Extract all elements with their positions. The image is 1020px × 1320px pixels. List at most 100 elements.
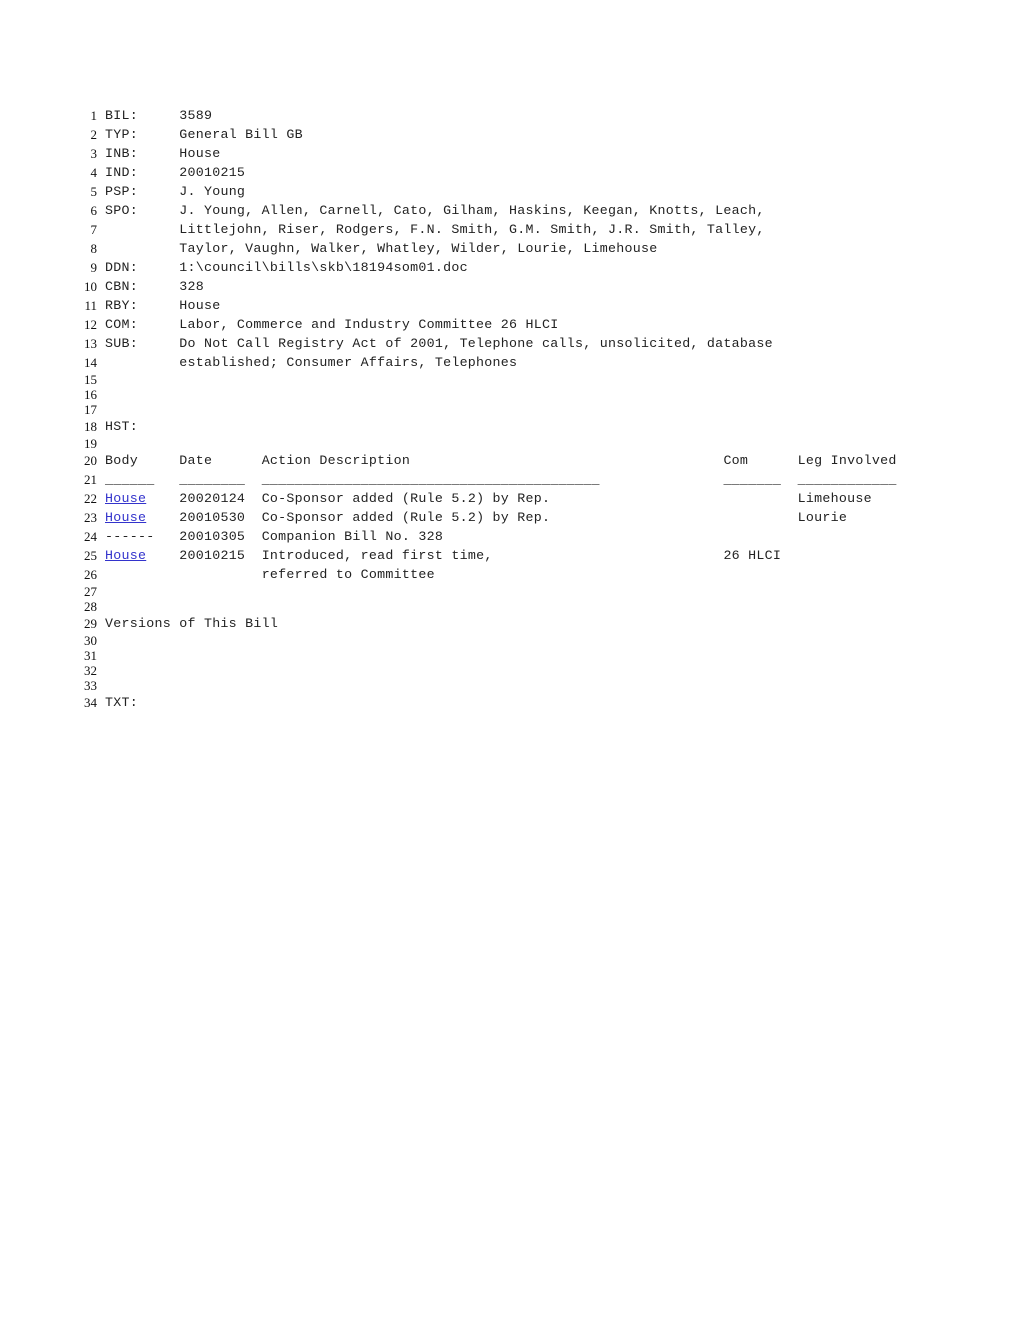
field-value: Do Not Call Registry Act of 2001, Teleph… bbox=[179, 336, 773, 351]
history-table-rule: ______ ________ ________________________… bbox=[105, 470, 978, 489]
field-value: 3589 bbox=[179, 108, 213, 123]
field-label: BIL: bbox=[105, 108, 180, 123]
line-number: 28 bbox=[84, 599, 97, 614]
cell-com: 26 HLCI bbox=[723, 548, 798, 563]
rule-leg: ____________ bbox=[797, 472, 897, 487]
field-label bbox=[105, 241, 179, 256]
history-row: House 20020124 Co-Sponsor added (Rule 5.… bbox=[105, 489, 978, 508]
field-value: J. Young bbox=[179, 184, 246, 199]
blank-line: 33 bbox=[78, 678, 978, 693]
line-number: 1 bbox=[90, 108, 98, 123]
field-value: Taylor, Vaughn, Walker, Whatley, Wilder,… bbox=[179, 241, 658, 256]
field-value: House bbox=[179, 298, 221, 313]
document-line: 5 PSP: J. Young bbox=[78, 182, 978, 201]
line-number: 3 bbox=[90, 146, 98, 161]
history-section-label: HST: bbox=[105, 419, 138, 434]
line-number: 23 bbox=[84, 510, 97, 525]
document-line: 8 Taylor, Vaughn, Walker, Whatley, Wilde… bbox=[78, 239, 978, 258]
field-line: RBY: House bbox=[105, 296, 978, 315]
line-number: 5 bbox=[90, 184, 98, 199]
document-line: 2 TYP: General Bill GB bbox=[78, 125, 978, 144]
column-header-body: Body bbox=[105, 453, 180, 468]
history-row: referred to Committee bbox=[105, 565, 978, 584]
field-value: established; Consumer Affairs, Telephone… bbox=[179, 355, 518, 370]
field-label: SUB: bbox=[105, 336, 180, 351]
document-line: 3 INB: House bbox=[78, 144, 978, 163]
line-number: 11 bbox=[84, 298, 97, 313]
line-number: 22 bbox=[84, 491, 97, 506]
document-line: 10 CBN: 328 bbox=[78, 277, 978, 296]
document-line: 14 established; Consumer Affairs, Teleph… bbox=[78, 353, 978, 372]
line-number: 2 bbox=[90, 127, 98, 142]
document-line: 9 DDN: 1:\council\bills\skb\18194som01.do… bbox=[78, 258, 978, 277]
blank-line: 27 bbox=[78, 584, 978, 599]
line-number: 9 bbox=[90, 260, 98, 275]
blank-line: 31 bbox=[78, 648, 978, 663]
document-line: 18 HST: bbox=[78, 417, 978, 436]
field-value: 20010215 bbox=[179, 165, 246, 180]
line-number: 32 bbox=[84, 663, 97, 678]
line-number: 24 bbox=[84, 529, 97, 544]
cell-spacer bbox=[146, 510, 179, 525]
field-line: SPO: J. Young, Allen, Carnell, Cato, Gil… bbox=[105, 201, 978, 220]
cell-body: House bbox=[105, 491, 179, 506]
field-line: INB: House bbox=[105, 144, 978, 163]
versions-heading: Versions of This Bill bbox=[105, 616, 279, 631]
cell-leg: Lourie bbox=[797, 510, 848, 525]
line-number: 20 bbox=[84, 453, 97, 468]
cell-body bbox=[105, 567, 179, 582]
cell-com bbox=[723, 567, 797, 582]
document-line: 29 Versions of This Bill bbox=[78, 614, 978, 633]
table-row: 26 referred to Committee bbox=[78, 565, 978, 584]
line-number: 14 bbox=[84, 355, 97, 370]
field-label: INB: bbox=[105, 146, 180, 161]
line-number: 26 bbox=[84, 567, 97, 582]
cell-com bbox=[723, 491, 797, 506]
field-line: Taylor, Vaughn, Walker, Whatley, Wilder,… bbox=[105, 239, 978, 258]
cell-com bbox=[723, 529, 797, 544]
field-line: established; Consumer Affairs, Telephone… bbox=[105, 353, 978, 372]
cell-date: 20010530 bbox=[179, 510, 262, 525]
document-line: 21 ______ ________ ______________________… bbox=[78, 470, 978, 489]
body-link[interactable]: House bbox=[105, 491, 146, 506]
body-link[interactable]: House bbox=[105, 510, 146, 525]
field-label bbox=[105, 355, 179, 370]
cell-action: referred to Committee bbox=[261, 567, 724, 582]
cell-date: 20020124 bbox=[179, 491, 262, 506]
rule-body: ______ bbox=[105, 472, 180, 487]
field-value: House bbox=[179, 146, 221, 161]
line-number: 31 bbox=[84, 648, 97, 663]
rule-action: ________________________________________… bbox=[261, 472, 724, 487]
body-link[interactable]: House bbox=[105, 548, 146, 563]
line-number: 15 bbox=[84, 372, 97, 387]
cell-leg: Limehouse bbox=[797, 491, 872, 506]
cell-date: 20010305 bbox=[179, 529, 262, 544]
blank-line: 28 bbox=[78, 599, 978, 614]
field-label: PSP: bbox=[105, 184, 180, 199]
line-number: 27 bbox=[84, 584, 97, 599]
document-line: 4 IND: 20010215 bbox=[78, 163, 978, 182]
field-line: Littlejohn, Riser, Rodgers, F.N. Smith, … bbox=[105, 220, 978, 239]
field-line: SUB: Do Not Call Registry Act of 2001, T… bbox=[105, 334, 978, 353]
cell-action: Co-Sponsor added (Rule 5.2) by Rep. bbox=[261, 491, 724, 506]
blank-line: 19 bbox=[78, 436, 978, 451]
field-line: PSP: J. Young bbox=[105, 182, 978, 201]
cell-action: Companion Bill No. 328 bbox=[261, 529, 724, 544]
table-row: 24 ------ 20010305 Companion Bill No. 328 bbox=[78, 527, 978, 546]
blank-line: 32 bbox=[78, 663, 978, 678]
line-number: 17 bbox=[84, 402, 97, 417]
field-value: 328 bbox=[179, 279, 204, 294]
cell-spacer bbox=[146, 548, 179, 563]
line-number: 25 bbox=[84, 548, 97, 563]
field-label: TYP: bbox=[105, 127, 180, 142]
table-row: 22 House 20020124 Co-Sponsor added (Rule … bbox=[78, 489, 978, 508]
cell-action: Introduced, read first time, bbox=[261, 548, 724, 563]
blank-line: 15 bbox=[78, 372, 978, 387]
table-row: 25 House 20010215 Introduced, read first … bbox=[78, 546, 978, 565]
line-number: 4 bbox=[90, 165, 98, 180]
line-number: 21 bbox=[84, 472, 97, 487]
line-number: 10 bbox=[84, 279, 97, 294]
history-table-header: Body Date Action Description Com Leg Inv… bbox=[105, 451, 978, 470]
field-label: RBY: bbox=[105, 298, 180, 313]
table-row: 23 House 20010530 Co-Sponsor added (Rule … bbox=[78, 508, 978, 527]
